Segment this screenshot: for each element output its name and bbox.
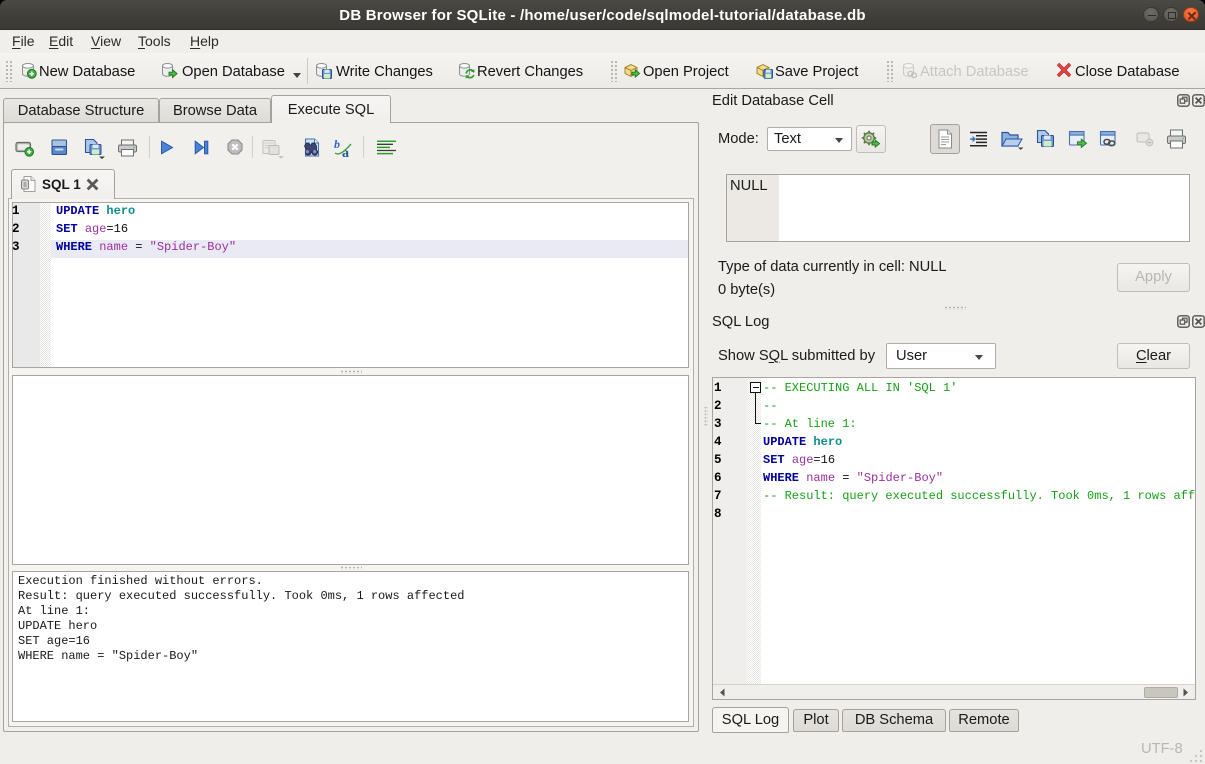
svg-text:b: b <box>334 137 340 151</box>
